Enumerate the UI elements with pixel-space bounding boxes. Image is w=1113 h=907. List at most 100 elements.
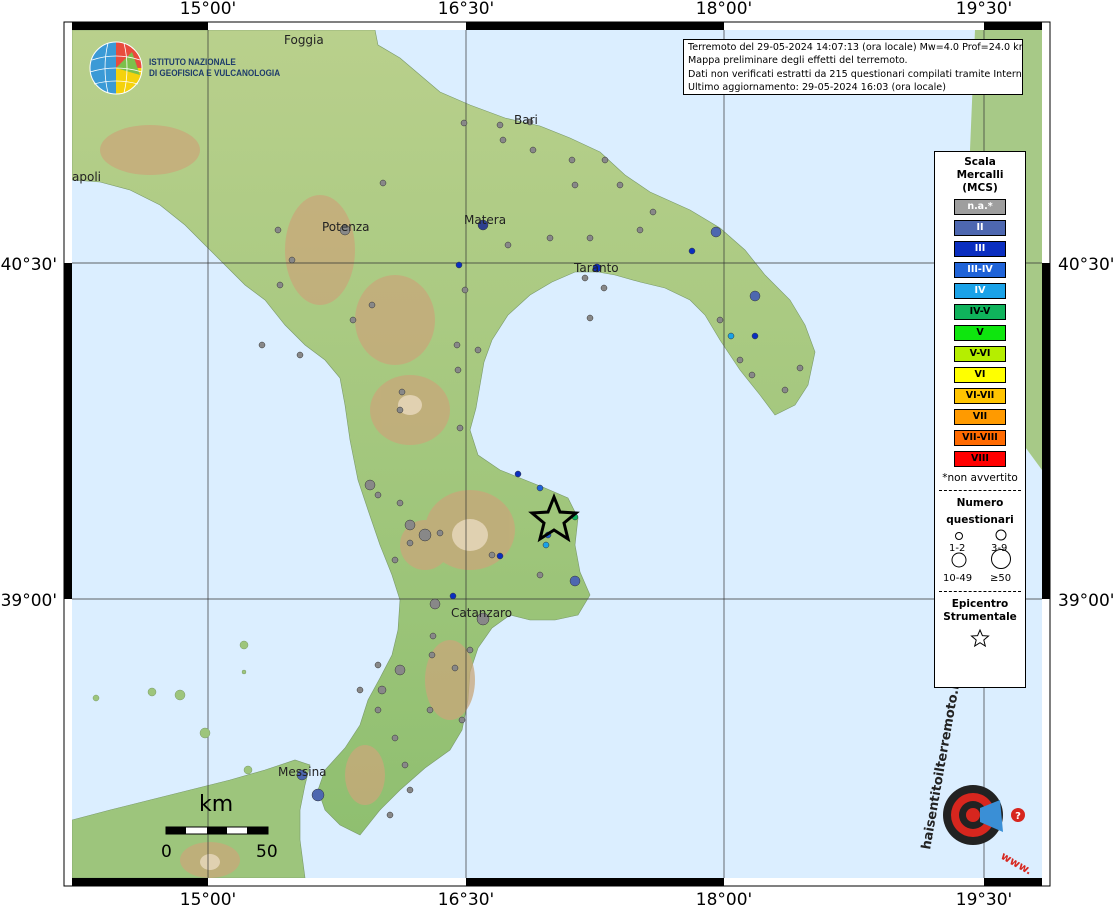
questionnaire-point — [586, 314, 594, 322]
info-line: Terremoto del 29-05-2024 14:07:13 (ora l… — [688, 42, 1023, 53]
size-symbol-medium — [995, 529, 1007, 541]
questionnaire-point — [449, 592, 457, 600]
info-line: Dati non verificati estratti da 215 ques… — [688, 68, 1023, 80]
questionnaire-point — [394, 664, 406, 676]
size-label: 10-49 — [943, 573, 973, 584]
epicentro-title-line: Epicentro — [951, 598, 1009, 610]
lon-label-top: 15°00' — [180, 0, 236, 19]
questionnaire-point — [688, 247, 696, 255]
questionnaire-point — [536, 571, 544, 579]
questionnaire-point — [456, 424, 464, 432]
numero-title: Numero questionari — [935, 497, 1025, 527]
questionnaire-point — [710, 226, 722, 238]
questionnaire-point — [398, 388, 406, 396]
city-matera: Matera — [464, 213, 506, 227]
questionnaire-point — [428, 651, 436, 659]
questionnaire-point — [496, 552, 504, 560]
lon-label-bottom: 16°30' — [438, 890, 494, 907]
questionnaire-point — [455, 261, 463, 269]
questionnaire-point — [454, 366, 462, 374]
lat-label-left: 40°30' — [1, 255, 57, 275]
questionnaire-point — [581, 274, 589, 282]
numero-title-line: Numero — [956, 497, 1004, 509]
legend-divider — [939, 490, 1021, 491]
questionnaire-point — [649, 208, 657, 216]
questionnaire-point — [386, 811, 394, 819]
legend-item-5: IV-V — [954, 304, 1006, 320]
legend-note: *non avvertito — [942, 472, 1018, 484]
questionnaire-point — [736, 356, 744, 364]
legend-item-12: VIII — [954, 451, 1006, 467]
questionnaire-point — [311, 788, 325, 802]
legend-item-8: VI — [954, 367, 1006, 383]
city-catanzaro: Catanzaro — [451, 606, 512, 620]
questionnaire-point — [374, 661, 382, 669]
questionnaire-point — [571, 181, 579, 189]
legend-title: Scala Mercalli (MCS) — [935, 156, 1025, 195]
questionnaire-point — [258, 341, 266, 349]
questionnaire-point — [781, 386, 789, 394]
questionnaire-point — [496, 121, 504, 129]
ingv-logo-icon — [89, 41, 143, 95]
scale-bar — [165, 826, 269, 835]
questionnaire-point — [546, 234, 554, 242]
scale-start: 0 — [161, 842, 172, 862]
questionnaire-point — [542, 541, 550, 549]
questionnaire-point — [458, 716, 466, 724]
legend-item-11: VII-VIII — [954, 430, 1006, 446]
numero-title-line: questionari — [946, 514, 1014, 526]
questionnaire-point — [460, 119, 468, 127]
legend-divider — [939, 591, 1021, 592]
questionnaire-point — [751, 332, 759, 340]
lon-label-bottom: 15°00' — [180, 890, 236, 907]
questionnaire-point — [727, 332, 735, 340]
info-line: Mappa preliminare degli effetti del terr… — [688, 55, 908, 67]
questionnaire-point — [436, 529, 444, 537]
ingv-line-2: DI GEOFISICA E VULCANOLOGIA — [149, 68, 281, 79]
questionnaire-point — [426, 706, 434, 714]
scale-end: 50 — [256, 842, 278, 862]
questionnaire-point — [406, 786, 414, 794]
size-legend: 1-2 3-9 10-49 ≥50 — [935, 527, 1025, 585]
questionnaire-point — [749, 290, 761, 302]
event-info-box: Terremoto del 29-05-2024 14:07:13 (ora l… — [683, 39, 1023, 95]
questionnaire-point — [453, 341, 461, 349]
questionnaire-point — [418, 528, 432, 542]
lon-label-top: 16°30' — [438, 0, 494, 19]
questionnaire-point — [488, 551, 496, 559]
questionnaire-point — [568, 156, 576, 164]
questionnaire-point — [569, 575, 581, 587]
city-taranto: Taranto — [573, 261, 619, 275]
questionnaire-point — [356, 686, 364, 694]
epicentro-title-line: Strumentale — [943, 611, 1017, 623]
questionnaire-point — [406, 539, 414, 547]
city-foggia: Foggia — [284, 33, 324, 47]
questionnaire-point — [379, 179, 387, 187]
questionnaire-point — [377, 685, 387, 695]
legend-item-9: VI-VII — [954, 388, 1006, 404]
ingv-line-1: ISTITUTO NAZIONALE — [149, 57, 236, 68]
questionnaire-point — [396, 499, 404, 507]
questionnaire-point — [586, 234, 594, 242]
legend-title-line: Scala — [964, 156, 996, 168]
size-label: ≥50 — [990, 573, 1012, 584]
legend-items: n.a.* II III III-IV IV IV-V V V-VI VI VI-VII VII VI… — [935, 199, 1025, 467]
questionnaire-point — [748, 371, 756, 379]
ingv-logo-text: ISTITUTO NAZIONALE DI GEOFISICA E VULCAN… — [149, 57, 280, 79]
questionnaire-point — [391, 556, 399, 564]
legend-title-line: Mercalli — [956, 169, 1004, 181]
questionnaire-point — [391, 734, 399, 742]
lon-label-bottom: 18°00' — [696, 890, 752, 907]
questionnaire-point — [276, 281, 284, 289]
questionnaire-point — [274, 226, 282, 234]
legend-item-4: IV — [954, 283, 1006, 299]
lat-label-right: 40°30' — [1058, 255, 1113, 275]
legend-item-7: V-VI — [954, 346, 1006, 362]
questionnaire-point — [499, 136, 507, 144]
questionnaire-point — [349, 316, 357, 324]
questionnaire-point — [536, 484, 544, 492]
questionnaire-point — [461, 286, 469, 294]
legend-item-10: VII — [954, 409, 1006, 425]
size-label: 1-2 — [949, 543, 966, 554]
lat-label-right: 39°00' — [1058, 591, 1113, 611]
